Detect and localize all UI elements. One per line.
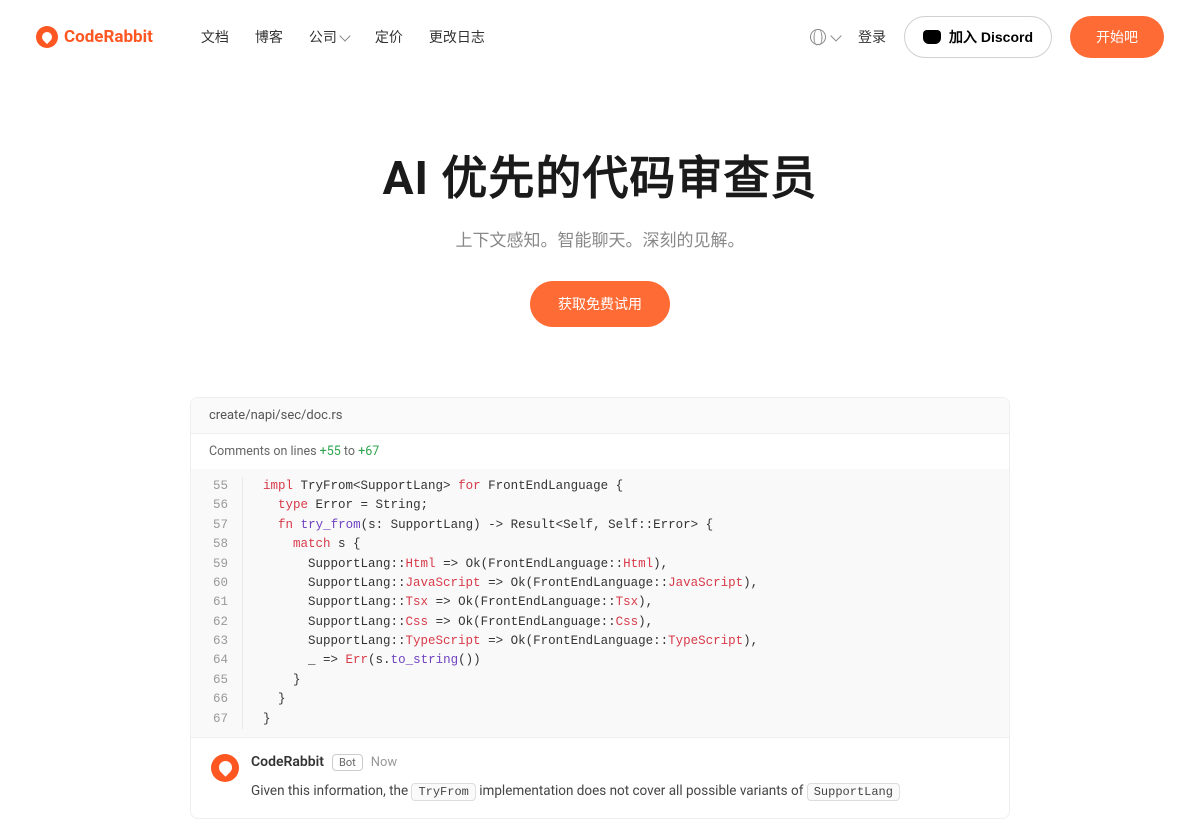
review-comment: CodeRabbit Bot Now Given this informatio… xyxy=(191,737,1009,819)
comment-prefix: Comments on lines xyxy=(209,444,320,459)
review-body: CodeRabbit Bot Now Given this informatio… xyxy=(251,754,989,803)
login-link[interactable]: 登录 xyxy=(858,27,886,47)
nav-docs[interactable]: 文档 xyxy=(201,27,229,47)
logo-icon xyxy=(36,26,58,48)
hero-subtitle: 上下文感知。智能聊天。深刻的见解。 xyxy=(20,226,1180,251)
line-to: +67 xyxy=(358,444,379,459)
code-review-card: create/napi/sec/doc.rs Comments on lines… xyxy=(190,397,1010,819)
hero-section: AI 优先的代码审查员 上下文感知。智能聊天。深刻的见解。 获取免费试用 xyxy=(0,74,1200,367)
chevron-down-icon xyxy=(830,30,841,41)
code-block: 55565758596061626364656667 impl TryFrom<… xyxy=(191,469,1009,737)
language-selector[interactable] xyxy=(810,29,840,45)
review-author: CodeRabbit xyxy=(251,754,324,770)
review-header: CodeRabbit Bot Now xyxy=(251,754,989,771)
start-button[interactable]: 开始吧 xyxy=(1070,16,1164,58)
nav-links: 文档 博客 公司 定价 更改日志 xyxy=(201,27,485,47)
review-text-mid: implementation does not cover all possib… xyxy=(476,783,807,799)
logo[interactable]: CodeRabbit xyxy=(36,26,153,48)
discord-button[interactable]: 加入 Discord xyxy=(904,16,1052,58)
globe-icon xyxy=(810,29,826,45)
line-numbers: 55565758596061626364656667 xyxy=(191,477,243,729)
review-text-prefix: Given this information, the xyxy=(251,783,411,799)
bot-badge: Bot xyxy=(332,754,363,771)
nav-pricing[interactable]: 定价 xyxy=(375,27,403,47)
nav-changelog[interactable]: 更改日志 xyxy=(429,27,485,47)
review-text: Given this information, the TryFrom impl… xyxy=(251,781,989,803)
inline-code-2: SupportLang xyxy=(807,783,900,801)
avatar xyxy=(211,754,239,782)
code-content: impl TryFrom<SupportLang> for FrontEndLa… xyxy=(243,477,1009,729)
inline-code-1: TryFrom xyxy=(411,783,475,801)
navbar: CodeRabbit 文档 博客 公司 定价 更改日志 登录 加入 Discor… xyxy=(0,0,1200,74)
brand-name: CodeRabbit xyxy=(64,27,153,47)
discord-icon xyxy=(923,30,941,44)
chevron-down-icon xyxy=(339,30,350,41)
cta-button[interactable]: 获取免费试用 xyxy=(530,281,670,327)
review-time: Now xyxy=(371,755,397,770)
nav-company[interactable]: 公司 xyxy=(309,27,349,47)
nav-right: 登录 加入 Discord 开始吧 xyxy=(810,16,1164,58)
discord-label: 加入 Discord xyxy=(949,27,1033,47)
to-word: to xyxy=(341,444,358,459)
hero-title: AI 优先的代码审查员 xyxy=(20,142,1180,208)
nav-left: CodeRabbit 文档 博客 公司 定价 更改日志 xyxy=(36,26,485,48)
line-from: +55 xyxy=(320,444,341,459)
nav-company-label: 公司 xyxy=(309,27,337,47)
file-path: create/napi/sec/doc.rs xyxy=(191,398,1009,434)
comment-range: Comments on lines +55 to +67 xyxy=(191,434,1009,469)
nav-blog[interactable]: 博客 xyxy=(255,27,283,47)
